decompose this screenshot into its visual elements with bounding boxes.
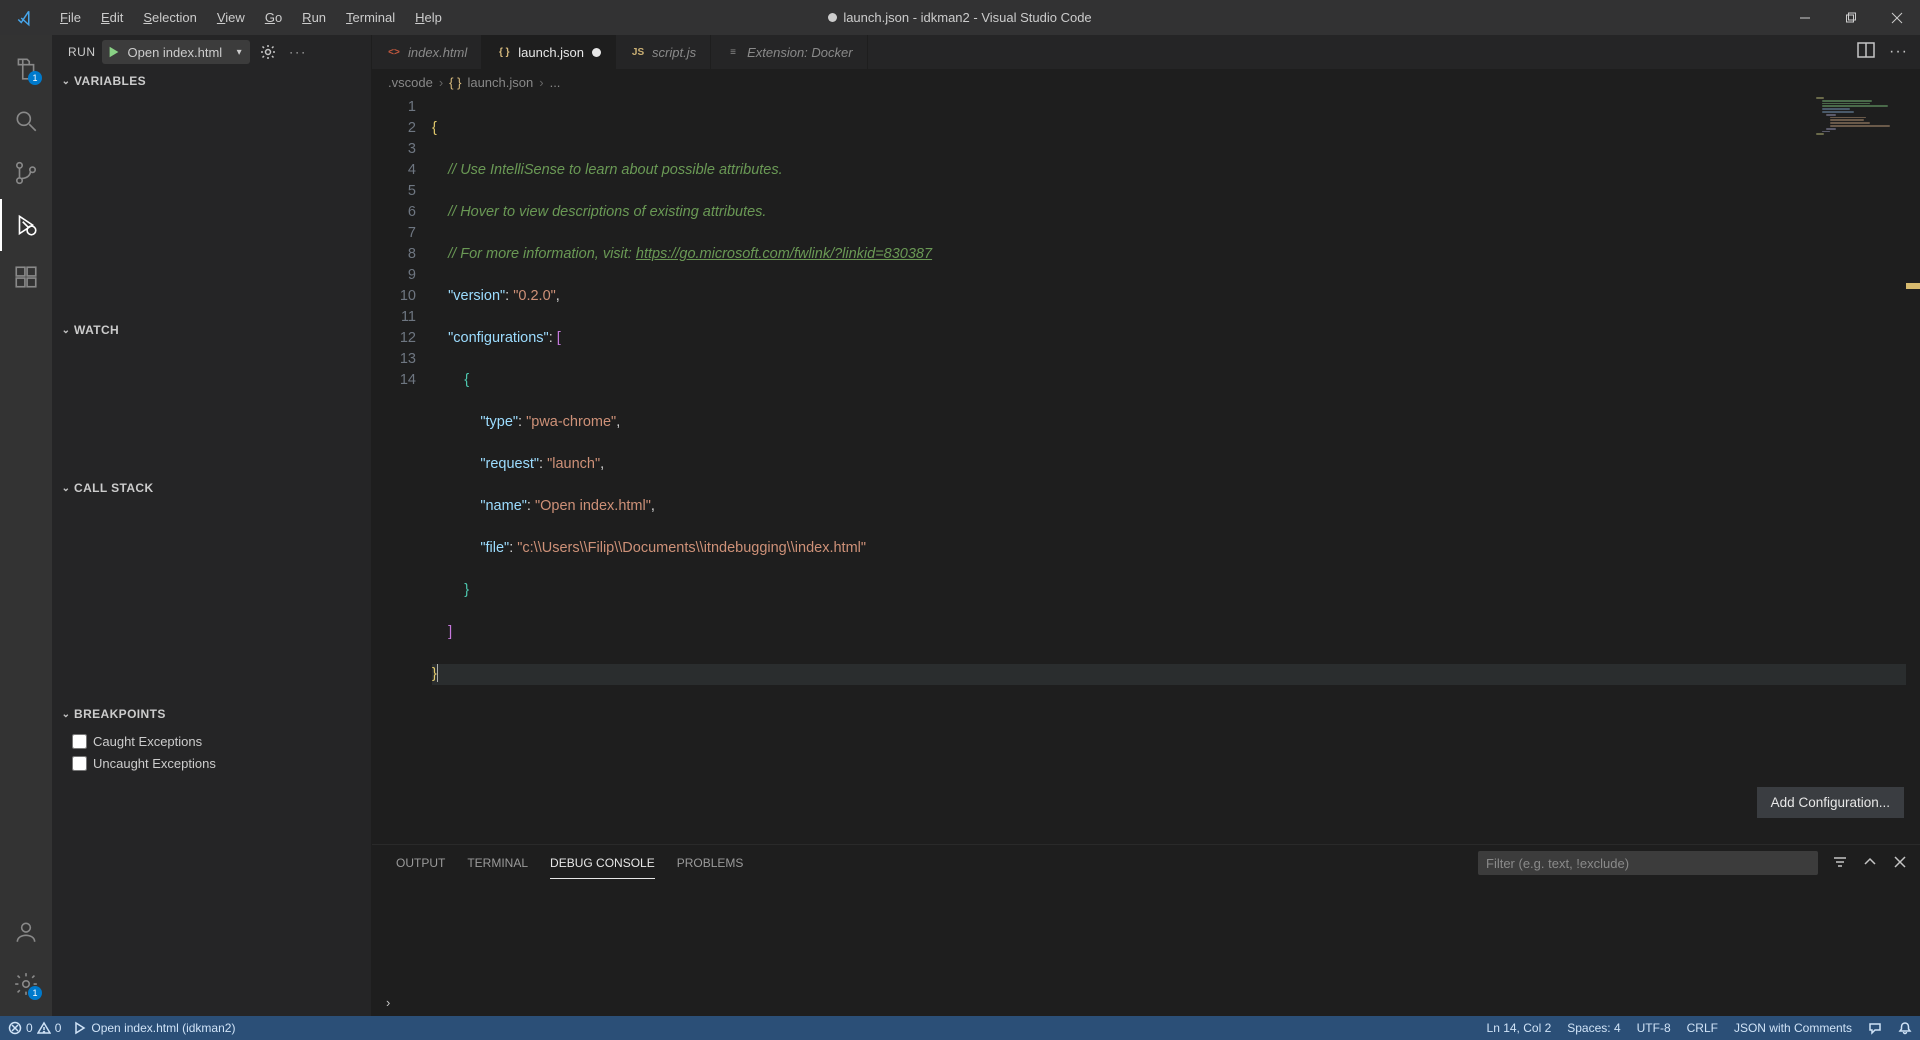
close-button[interactable]: [1874, 0, 1920, 35]
menu-view[interactable]: View: [207, 4, 255, 31]
unsaved-indicator-icon: [828, 13, 837, 22]
minimap[interactable]: [1816, 97, 1906, 197]
panel-tabs: OUTPUT TERMINAL DEBUG CONSOLE PROBLEMS: [372, 845, 1920, 881]
collapse-panel-button[interactable]: [1862, 854, 1878, 873]
activity-explorer[interactable]: 1: [0, 43, 52, 95]
panel-tab-debug-console[interactable]: DEBUG CONSOLE: [550, 848, 655, 879]
debug-console-filter-input[interactable]: [1478, 851, 1818, 875]
breakpoint-uncaught-row[interactable]: Uncaught Exceptions: [72, 752, 371, 774]
json-icon: { }: [449, 75, 461, 90]
maximize-button[interactable]: [1828, 0, 1874, 35]
explorer-badge: 1: [28, 71, 42, 85]
section-callstack: ⌄CALL STACK: [52, 476, 371, 702]
status-indent[interactable]: Spaces: 4: [1567, 1021, 1620, 1035]
breakpoint-uncaught-checkbox[interactable]: [72, 756, 87, 771]
menu-go[interactable]: Go: [255, 4, 292, 31]
menu-run[interactable]: Run: [292, 4, 336, 31]
section-header-variables[interactable]: ⌄VARIABLES: [52, 69, 371, 93]
panel-tab-terminal[interactable]: TERMINAL: [467, 848, 528, 878]
status-language[interactable]: JSON with Comments: [1734, 1021, 1852, 1035]
activity-settings[interactable]: 1: [0, 958, 52, 1010]
activity-run-debug[interactable]: [0, 199, 52, 251]
open-launch-json-button[interactable]: [256, 40, 280, 64]
js-icon: JS: [630, 44, 646, 60]
bottom-panel: OUTPUT TERMINAL DEBUG CONSOLE PROBLEMS ›: [372, 844, 1920, 1016]
menubar: FileEditSelectionViewGoRunTerminalHelp: [50, 4, 452, 31]
tab-extension-docker[interactable]: ≡Extension: Docker: [711, 35, 868, 69]
more-actions-button[interactable]: ···: [286, 40, 310, 64]
activity-account[interactable]: [0, 906, 52, 958]
filter-lines-icon[interactable]: [1832, 854, 1848, 873]
tabs-bar: <>index.html{ }launch.jsonJSscript.js≡Ex…: [372, 35, 1920, 69]
status-feedback-icon[interactable]: [1868, 1021, 1882, 1035]
chevron-down-icon: ⌄: [58, 76, 74, 87]
activity-search[interactable]: [0, 95, 52, 147]
section-breakpoints: ⌄BREAKPOINTS Caught Exceptions Uncaught …: [52, 702, 371, 778]
start-debug-button[interactable]: [102, 45, 126, 59]
status-lncol[interactable]: Ln 14, Col 2: [1487, 1021, 1552, 1035]
chevron-down-icon: ⌄: [58, 325, 74, 336]
editor[interactable]: 1234567891011121314 { // Use IntelliSens…: [372, 95, 1920, 844]
title-bar: FileEditSelectionViewGoRunTerminalHelp l…: [0, 0, 1920, 35]
run-header: RUN Open index.html ▾ ···: [52, 35, 371, 69]
menu-file[interactable]: File: [50, 4, 91, 31]
section-header-watch[interactable]: ⌄WATCH: [52, 318, 371, 342]
close-panel-button[interactable]: [1892, 854, 1908, 873]
modified-indicator-icon: [592, 48, 601, 57]
panel-tab-output[interactable]: OUTPUT: [396, 848, 445, 878]
status-bell-icon[interactable]: [1898, 1021, 1912, 1035]
menu-terminal[interactable]: Terminal: [336, 4, 405, 31]
tab-index-html[interactable]: <>index.html: [372, 35, 482, 69]
code-content[interactable]: { // Use IntelliSense to learn about pos…: [432, 95, 1920, 844]
status-eol[interactable]: CRLF: [1687, 1021, 1718, 1035]
chevron-down-icon: ⌄: [58, 483, 74, 494]
status-run-config[interactable]: Open index.html (idkman2): [73, 1021, 235, 1035]
add-configuration-button[interactable]: Add Configuration...: [1757, 787, 1904, 818]
run-label: RUN: [68, 45, 96, 59]
selected-config-name: Open index.html: [126, 45, 229, 60]
html-icon: <>: [386, 44, 402, 60]
status-encoding[interactable]: UTF-8: [1637, 1021, 1671, 1035]
status-bar: 0 0 Open index.html (idkman2) Ln 14, Col…: [0, 1016, 1920, 1040]
breakpoint-caught-row[interactable]: Caught Exceptions: [72, 730, 371, 752]
menu-edit[interactable]: Edit: [91, 4, 133, 31]
minimize-button[interactable]: [1782, 0, 1828, 35]
breakpoint-caught-checkbox[interactable]: [72, 734, 87, 749]
editor-group: <>index.html{ }launch.jsonJSscript.js≡Ex…: [372, 35, 1920, 1016]
split-editor-button[interactable]: [1857, 41, 1875, 64]
menu-selection[interactable]: Selection: [133, 4, 206, 31]
section-watch: ⌄WATCH: [52, 318, 371, 476]
settings-badge: 1: [28, 986, 42, 1000]
editor-scrollbar[interactable]: [1906, 95, 1920, 844]
menu-help[interactable]: Help: [405, 4, 452, 31]
activity-extensions[interactable]: [0, 251, 52, 303]
vscode-logo-icon: [0, 9, 50, 27]
chevron-down-icon: ⌄: [58, 709, 74, 720]
more-tabs-button[interactable]: ···: [1889, 43, 1908, 61]
run-sidebar: RUN Open index.html ▾ ··· ⌄VARIABLES ⌄WA…: [52, 35, 372, 1016]
section-header-callstack[interactable]: ⌄CALL STACK: [52, 476, 371, 500]
extension-icon: ≡: [725, 44, 741, 60]
activity-bar: 1 1: [0, 35, 52, 1016]
breadcrumbs[interactable]: .vscode› { } launch.json› ...: [372, 69, 1920, 95]
status-problems[interactable]: 0 0: [8, 1021, 61, 1035]
activity-scm[interactable]: [0, 147, 52, 199]
debug-console-prompt-icon[interactable]: ›: [386, 995, 390, 1010]
section-variables: ⌄VARIABLES: [52, 69, 371, 318]
panel-tab-problems[interactable]: PROBLEMS: [677, 848, 744, 878]
json-icon: { }: [496, 44, 512, 60]
line-gutter: 1234567891011121314: [372, 95, 432, 844]
tab-script-js[interactable]: JSscript.js: [616, 35, 711, 69]
tab-launch-json[interactable]: { }launch.json: [482, 35, 616, 69]
chevron-down-icon[interactable]: ▾: [228, 47, 250, 58]
section-header-breakpoints[interactable]: ⌄BREAKPOINTS: [52, 702, 371, 726]
launch-config-select[interactable]: Open index.html ▾: [102, 40, 251, 64]
